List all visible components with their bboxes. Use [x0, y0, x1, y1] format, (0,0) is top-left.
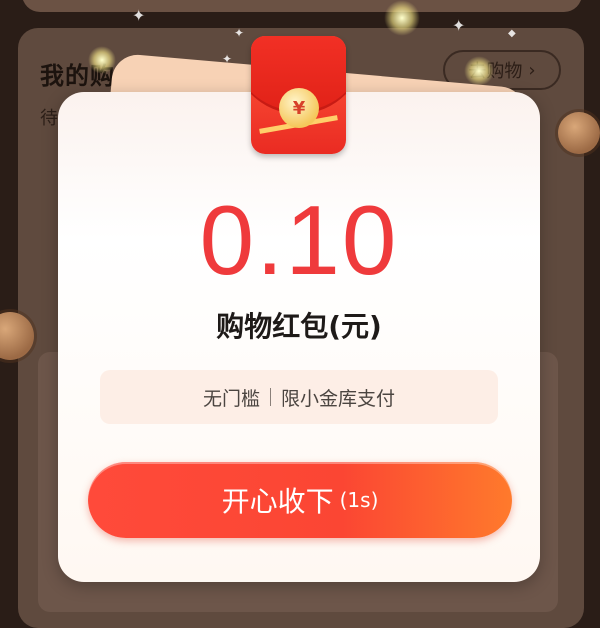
chevron-right-icon: › [528, 59, 536, 81]
yuan-seal: ¥ [279, 88, 319, 128]
sparkle-icon: ✦ [234, 26, 245, 40]
accept-button[interactable]: 开心收下 (1s) [88, 462, 512, 538]
top-card [22, 0, 582, 12]
glow-icon [88, 46, 116, 74]
sparkle-icon: ◆ [508, 28, 516, 39]
sparkle-icon: ✦ [132, 6, 146, 25]
glow-icon [384, 0, 420, 36]
coupon-amount: 0.10 [199, 185, 399, 295]
glow-icon [464, 56, 494, 86]
condition-no-threshold: 无门槛 [202, 387, 260, 410]
sparkle-icon: ✦ [452, 16, 466, 35]
red-envelope-icon: ¥ [251, 36, 346, 154]
divider [270, 388, 271, 406]
coupon-conditions: 无门槛 限小金库支付 [100, 370, 498, 424]
condition-payment-limit: 限小金库支付 [281, 387, 396, 410]
countdown-timer: (1s) [339, 488, 379, 512]
section-subtitle: 待 [40, 108, 58, 129]
coin-icon [558, 112, 600, 154]
coupon-amount-label: 购物红包(元) [216, 310, 382, 343]
accept-button-label: 开心收下 [221, 485, 334, 518]
